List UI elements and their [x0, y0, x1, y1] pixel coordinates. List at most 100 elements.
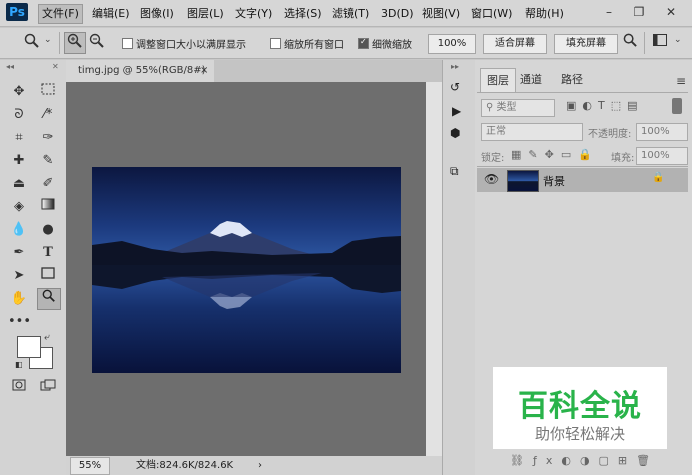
dodge-tool-icon[interactable]: ● — [37, 220, 59, 240]
layer-bottom-icons[interactable]: ⛓ƒx◐◑▢⊞🗑 — [510, 454, 659, 467]
menu-file[interactable]: 文件(F) — [38, 4, 83, 24]
scrubby-zoom-label: 细微缩放 — [372, 40, 412, 51]
zoom-in-icon[interactable] — [64, 32, 86, 54]
scrubby-zoom-checkbox[interactable] — [358, 37, 369, 49]
filter-icons[interactable]: ▣◐T⬚▤ — [566, 99, 644, 112]
type-tool-icon[interactable]: T — [37, 243, 59, 263]
resize-windows-checkbox[interactable] — [122, 38, 133, 49]
minimize-icon[interactable]: – — [600, 3, 618, 21]
menu-filter[interactable]: 滤镜(T) — [329, 5, 372, 23]
magic-wand-tool-icon[interactable]: ⁄* — [37, 105, 59, 125]
zoom-out-icon[interactable] — [87, 33, 107, 53]
expand-arrows-icon[interactable]: ▸▸ — [451, 62, 459, 71]
tab-paths[interactable]: 路径 — [555, 68, 589, 92]
more-tools-icon[interactable]: ••• — [8, 312, 31, 332]
lasso-tool-icon[interactable]: ᘐ — [8, 105, 30, 125]
brush-tool-icon[interactable]: ✎ — [37, 151, 59, 171]
divider — [59, 32, 60, 54]
filter-kind-label: 类型 — [496, 102, 517, 113]
tab-channels[interactable]: 通道 — [514, 68, 548, 92]
crop-tool-icon[interactable]: ⌗ — [8, 128, 30, 148]
status-arrow-icon[interactable]: › — [258, 456, 262, 475]
fill-field[interactable]: 100% — [636, 147, 688, 165]
move-tool-icon[interactable]: ✥ — [8, 82, 30, 102]
screen-mode-icon[interactable] — [37, 378, 59, 398]
watermark-title: 百科全说 — [518, 389, 642, 424]
quick-mask-icon[interactable] — [8, 378, 30, 398]
search-icon[interactable] — [620, 33, 640, 53]
default-colors-icon[interactable]: ◧ — [15, 360, 23, 369]
blur-tool-icon[interactable]: 💧 — [8, 220, 30, 240]
blend-mode-select[interactable]: 正常 — [481, 123, 583, 141]
opacity-field[interactable]: 100% — [636, 123, 688, 141]
tab-layers[interactable]: 图层 — [480, 68, 516, 93]
menu-image[interactable]: 图像(I) — [137, 5, 177, 23]
menu-view[interactable]: 视图(V) — [419, 5, 463, 23]
eyedropper-tool-icon[interactable]: ✑ — [37, 128, 59, 148]
lock-label: 锁定: — [481, 153, 505, 164]
restore-icon[interactable]: ❐ — [630, 3, 648, 21]
zoom-all-windows-checkbox[interactable] — [270, 38, 281, 49]
hand-tool-icon[interactable]: ✋ — [8, 289, 30, 309]
close-icon[interactable]: ✕ — [662, 3, 680, 21]
opacity-label: 不透明度: — [588, 129, 632, 140]
document-tab-title: timg.jpg @ 55%(RGB/8#) — [78, 65, 206, 76]
menu-3d[interactable]: 3D(D) — [378, 5, 417, 23]
zoom-tool-icon[interactable] — [37, 288, 61, 310]
chevron-down-icon[interactable]: ⌄ — [44, 35, 52, 45]
history-icon[interactable]: ↺ — [450, 80, 460, 94]
chevron-down-icon[interactable]: ⌄ — [674, 35, 682, 45]
eye-icon[interactable]: 👁 — [484, 172, 499, 186]
filter-toggle[interactable] — [672, 98, 682, 114]
3d-icon[interactable]: ⬢ — [450, 126, 460, 140]
workspace-icon[interactable] — [650, 33, 670, 53]
photoshop-logo: Ps — [6, 3, 28, 21]
zoom-tool-preset-icon[interactable] — [22, 33, 42, 53]
search-icon: ⚲ — [486, 102, 497, 113]
pen-tool-icon[interactable]: ✒ — [8, 243, 30, 263]
path-selection-tool-icon[interactable]: ➤ — [8, 266, 30, 286]
actions-play-icon[interactable]: ▶ — [452, 104, 461, 118]
menu-window[interactable]: 窗口(W) — [468, 5, 515, 23]
panel-menu-icon[interactable]: ≡ — [676, 74, 686, 88]
marquee-tool-icon[interactable] — [37, 82, 59, 102]
zoom-level-field[interactable]: 55% — [70, 457, 110, 475]
history-brush-tool-icon[interactable]: ✐ — [37, 174, 59, 194]
menu-select[interactable]: 选择(S) — [281, 5, 325, 23]
properties-icon[interactable]: ⧉ — [450, 164, 459, 179]
menu-help[interactable]: 帮助(H) — [522, 5, 567, 23]
tools-panel: ◂◂ ✕ ✥ ᘐ ⁄* ⌗ ✑ ✚ ✎ ⏏ ✐ ◈ 💧 ● ✒ T ➤ ✋ ••… — [0, 60, 67, 475]
canvas-area[interactable] — [66, 82, 426, 456]
collapse-arrows-icon[interactable]: ◂◂ — [6, 62, 14, 71]
document-image — [92, 167, 401, 373]
zoom-all-windows-label: 缩放所有窗口 — [284, 40, 344, 51]
healing-brush-tool-icon[interactable]: ✚ — [8, 151, 30, 171]
rectangle-tool-icon[interactable] — [37, 266, 59, 286]
status-bar: 55% 文档:824.6K/824.6K › — [66, 456, 442, 475]
watermark: 百科全说 助你轻松解决 — [493, 367, 667, 449]
fill-label: 填充: — [611, 153, 635, 164]
close-panel-icon[interactable]: ✕ — [52, 62, 59, 71]
close-tab-icon[interactable]: × — [200, 60, 208, 82]
document-tab[interactable]: timg.jpg @ 55%(RGB/8#) × — [66, 60, 214, 82]
menu-layer[interactable]: 图层(L) — [184, 5, 227, 23]
lock-icon: 🔒 — [652, 172, 665, 183]
swap-colors-icon[interactable]: ⤶ — [44, 332, 50, 343]
layer-filter-select[interactable]: ⚲ 类型 — [481, 99, 555, 117]
fill-screen-button[interactable]: 填充屏幕 — [554, 34, 618, 54]
document-size-info: 文档:824.6K/824.6K — [136, 460, 234, 471]
zoom-100-button[interactable]: 100% — [428, 34, 476, 54]
foreground-color-front[interactable] — [17, 336, 41, 358]
fit-screen-button[interactable]: 适合屏幕 — [483, 34, 547, 54]
lock-icons[interactable]: ▦✎✥▭🔒 — [511, 148, 599, 161]
menu-type[interactable]: 文字(Y) — [232, 5, 275, 23]
divider — [477, 92, 688, 93]
vertical-scrollbar[interactable] — [426, 82, 442, 456]
layer-row[interactable]: 👁 背景 🔒 — [477, 168, 688, 192]
menu-edit[interactable]: 编辑(E) — [89, 5, 133, 23]
divider — [644, 32, 645, 54]
gradient-tool-icon[interactable] — [37, 197, 59, 217]
clone-stamp-tool-icon[interactable]: ⏏ — [8, 174, 30, 194]
layer-name[interactable]: 背景 — [543, 173, 565, 189]
eraser-tool-icon[interactable]: ◈ — [8, 197, 30, 217]
